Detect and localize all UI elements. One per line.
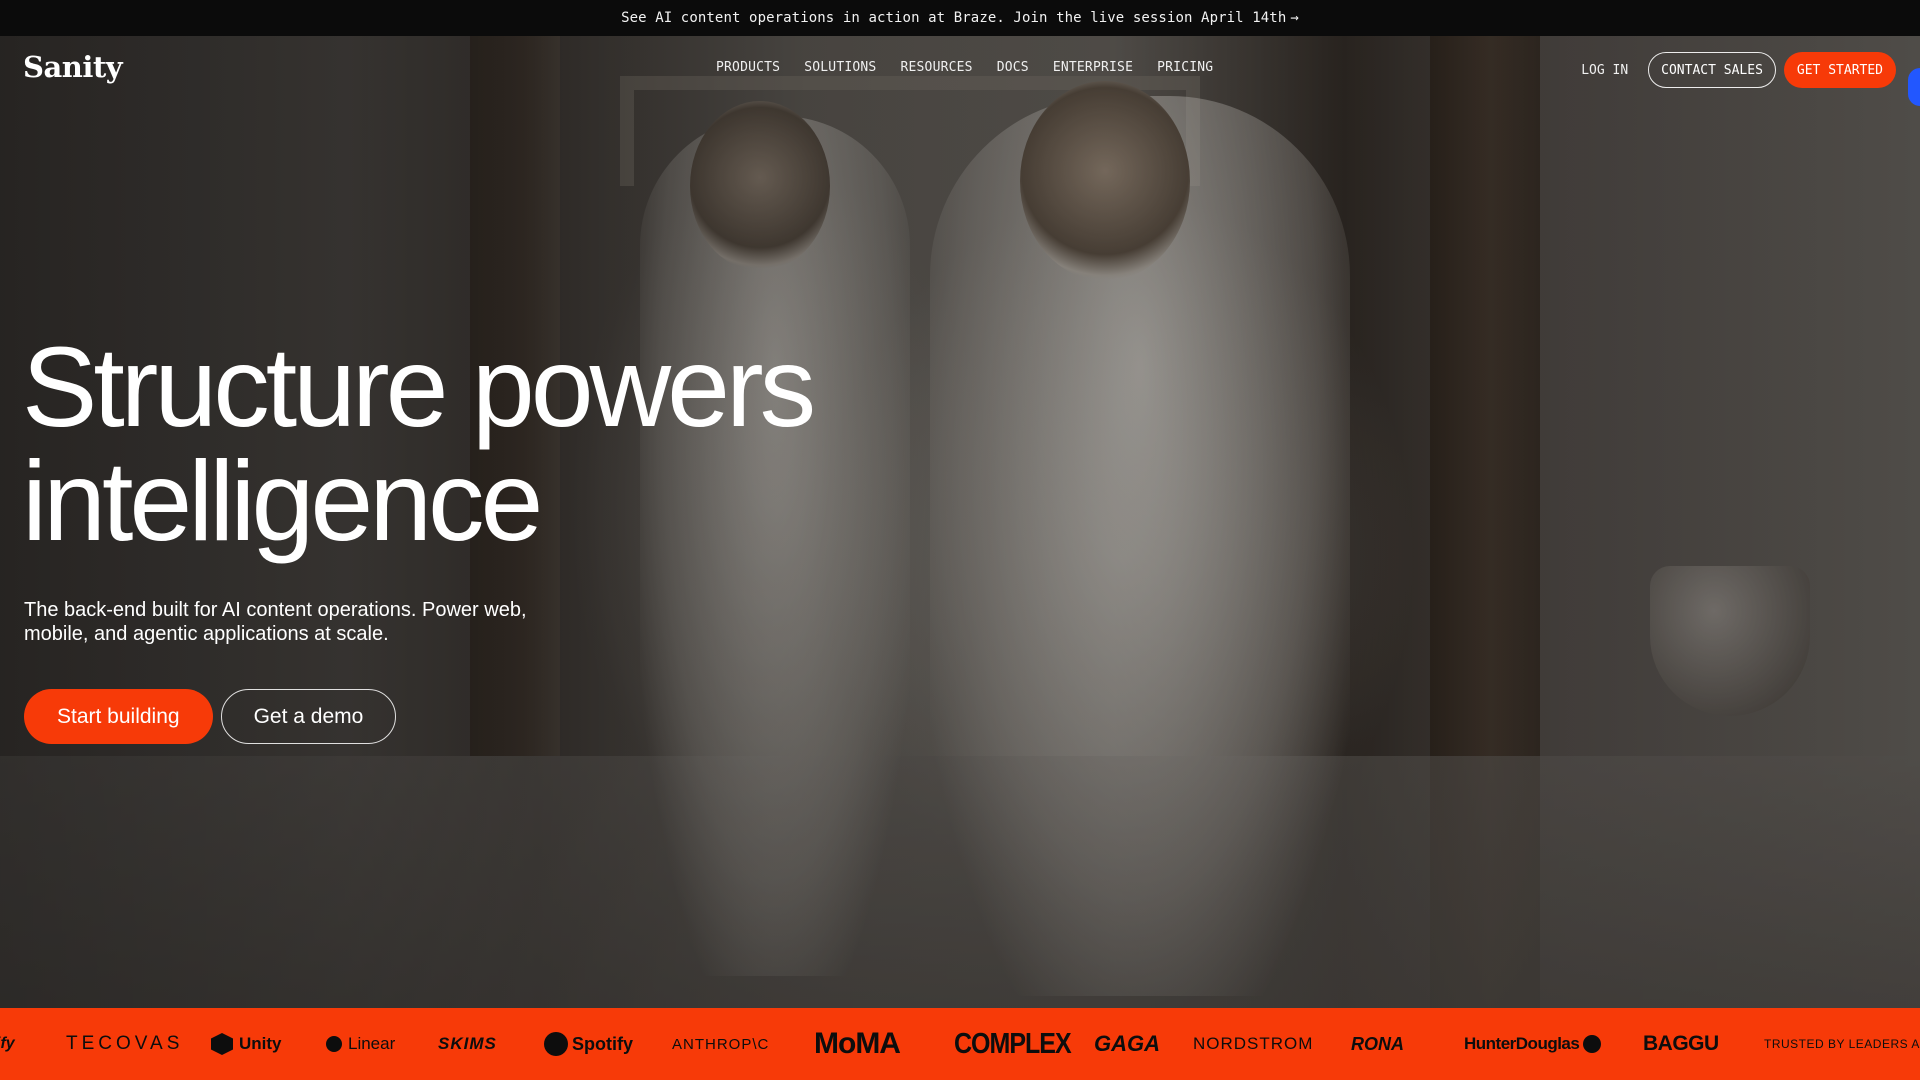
chat-widget-button[interactable]	[1908, 68, 1920, 106]
nav-solutions[interactable]: SOLUTIONS	[804, 60, 876, 75]
logo-rona: RONA	[1351, 1033, 1404, 1054]
unity-cube-icon	[211, 1033, 233, 1055]
logo-baggu: BAGGU	[1643, 1032, 1719, 1055]
logo-spotify: Spotify	[544, 1008, 633, 1080]
spotify-logo-icon	[544, 1032, 568, 1056]
nav-pricing[interactable]: PRICING	[1157, 60, 1213, 75]
arrow-right-icon: →	[1290, 10, 1299, 26]
nav-products[interactable]: PRODUCTS	[716, 60, 780, 75]
logo-hunterdouglas: HunterDouglas	[1464, 1008, 1602, 1080]
get-started-button[interactable]: GET STARTED	[1783, 52, 1896, 88]
logo-ify: ify	[0, 1035, 15, 1052]
logo-tecovas: TECOVAS	[66, 1033, 184, 1054]
logo-spotify-text: Spotify	[572, 1033, 633, 1054]
logo-anthropic: ANTHROP\C	[672, 1035, 770, 1053]
logo-moma: MoMA	[814, 1027, 901, 1060]
sanity-logo[interactable]: Sanity	[23, 50, 123, 84]
logo-linear-text: Linear	[348, 1034, 396, 1053]
nav-docs[interactable]: DOCS	[997, 60, 1029, 75]
logo-unity: Unity	[211, 1008, 282, 1080]
announcement-text: See AI content operations in action at B…	[621, 10, 1287, 26]
logo-hunterdouglas-text: HunterDouglas	[1464, 1034, 1580, 1053]
hero-cta-group: Start building Get a demo	[24, 689, 397, 744]
nav-resources[interactable]: RESOURCES	[900, 60, 972, 75]
header-actions: LOG IN CONTACT SALES GET STARTED	[1581, 52, 1896, 88]
logo-complex: COMPLEX	[954, 1027, 1072, 1060]
linear-logo-icon	[326, 1036, 342, 1052]
logo-skims: SKIMS	[438, 1034, 497, 1053]
trusted-by-text: TRUSTED BY LEADERS AND	[1764, 1037, 1920, 1051]
login-link[interactable]: LOG IN	[1581, 63, 1628, 78]
logo-nordstrom: NORDSTROM	[1193, 1034, 1314, 1053]
contact-sales-button[interactable]: CONTACT SALES	[1648, 52, 1776, 88]
nav-enterprise[interactable]: ENTERPRISE	[1053, 60, 1133, 75]
headline-line-1: Structure powers	[22, 324, 816, 450]
announcement-bar[interactable]: See AI content operations in action at B…	[0, 0, 1920, 36]
logo-linear: Linear	[326, 1008, 395, 1080]
customer-logo-strip: ify TECOVAS Unity Linear SKIMS Spotify A…	[0, 1008, 1920, 1080]
main-nav: PRODUCTS SOLUTIONS RESOURCES DOCS ENTERP…	[716, 60, 1213, 75]
logo-unity-text: Unity	[239, 1034, 282, 1053]
hero-subtext: The back-end built for AI content operat…	[24, 599, 527, 645]
start-building-button[interactable]: Start building	[24, 689, 213, 744]
hunterdouglas-mark-icon	[1583, 1035, 1602, 1053]
get-demo-button[interactable]: Get a demo	[220, 689, 397, 744]
logo-gaga: GAGA	[1094, 1031, 1160, 1056]
hero-headline: Structure powers intelligence	[22, 330, 982, 558]
headline-line-2: intelligence	[22, 438, 543, 564]
